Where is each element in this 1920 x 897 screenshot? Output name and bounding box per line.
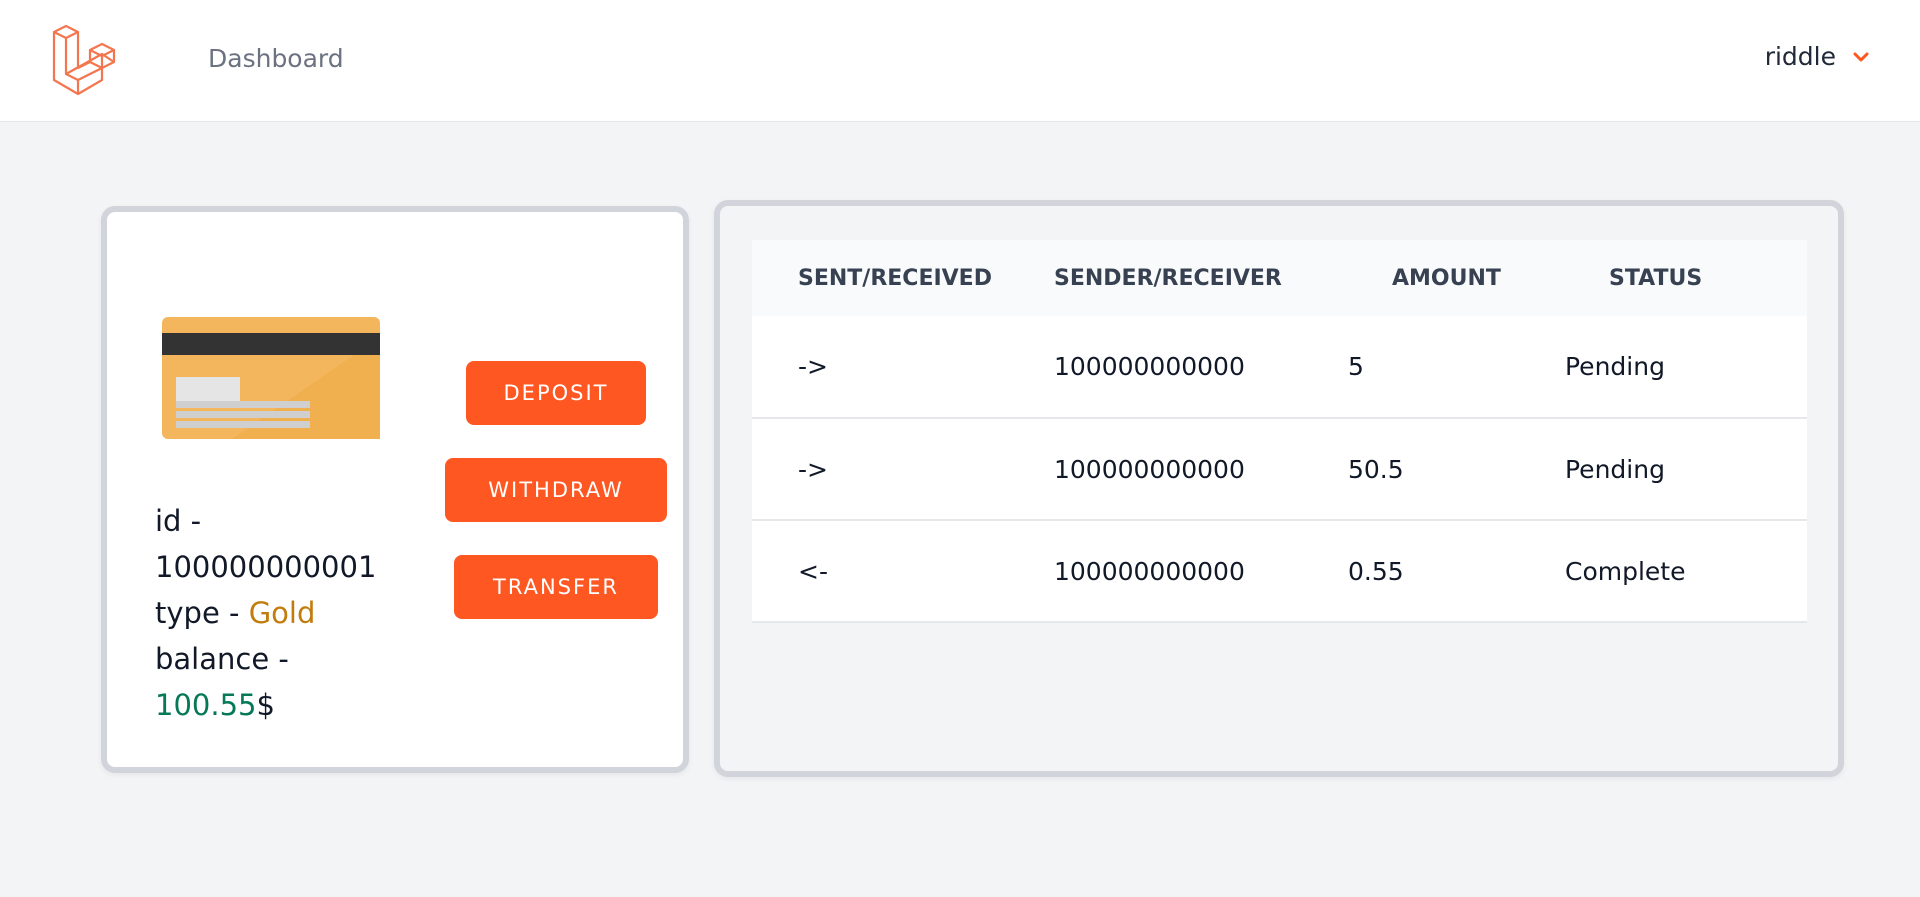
laravel-logo-icon[interactable] <box>52 24 122 96</box>
chevron-down-icon <box>1853 52 1869 61</box>
deposit-button[interactable]: DEPOSIT <box>466 361 646 425</box>
direction-cell: -> <box>798 352 828 381</box>
account-type-value: Gold <box>248 596 316 630</box>
table-row: -> 100000000000 5 Pending <box>752 316 1807 418</box>
status-cell: Pending <box>1565 352 1665 381</box>
user-menu-dropdown[interactable]: riddle <box>1765 42 1872 71</box>
balance-value: 100.55 <box>155 688 257 722</box>
header-status: STATUS <box>1609 265 1703 291</box>
transactions-panel: SENT/RECEIVED SENDER/RECEIVER AMOUNT STA… <box>714 200 1844 777</box>
transactions-table: SENT/RECEIVED SENDER/RECEIVER AMOUNT STA… <box>752 240 1807 623</box>
account-id-value: 100000000001 <box>155 550 377 584</box>
amount-cell: 5 <box>1348 352 1364 381</box>
status-cell: Pending <box>1565 454 1665 484</box>
header-sent-received: SENT/RECEIVED <box>798 265 992 291</box>
user-name: riddle <box>1764 42 1836 71</box>
account-type: type - Gold <box>155 590 395 636</box>
amount-cell: 0.55 <box>1348 556 1404 586</box>
party-cell: 100000000000 <box>1054 454 1245 484</box>
transfer-button[interactable]: TRANSFER <box>454 555 658 619</box>
account-card-panel: id - 100000000001 type - Gold balance - … <box>101 206 689 773</box>
header-amount: AMOUNT <box>1392 265 1501 291</box>
header-sender-receiver: SENDER/RECEIVER <box>1054 265 1282 291</box>
direction-cell: -> <box>798 454 828 484</box>
direction-cell: <- <box>798 556 828 586</box>
account-id-label: id - <box>155 504 202 538</box>
balance: 100.55$ <box>155 682 395 728</box>
table-row: <- 100000000000 0.55 Complete <box>752 520 1807 622</box>
party-cell: 100000000000 <box>1054 556 1245 586</box>
party-cell: 100000000000 <box>1054 352 1245 381</box>
account-details: id - 100000000001 type - Gold balance - … <box>155 498 395 728</box>
account-type-label: type - <box>155 596 240 630</box>
currency-symbol: $ <box>256 688 275 722</box>
amount-cell: 50.5 <box>1348 454 1404 484</box>
table-row: -> 100000000000 50.5 Pending <box>752 418 1807 520</box>
credit-card-icon <box>162 317 380 439</box>
top-navigation-bar: Dashboard riddle <box>0 0 1920 122</box>
withdraw-button[interactable]: WITHDRAW <box>445 458 667 522</box>
balance-label: balance - <box>155 642 289 676</box>
nav-dashboard-link[interactable]: Dashboard <box>208 44 344 73</box>
table-header: SENT/RECEIVED SENDER/RECEIVER AMOUNT STA… <box>752 240 1807 316</box>
status-cell: Complete <box>1565 556 1686 586</box>
